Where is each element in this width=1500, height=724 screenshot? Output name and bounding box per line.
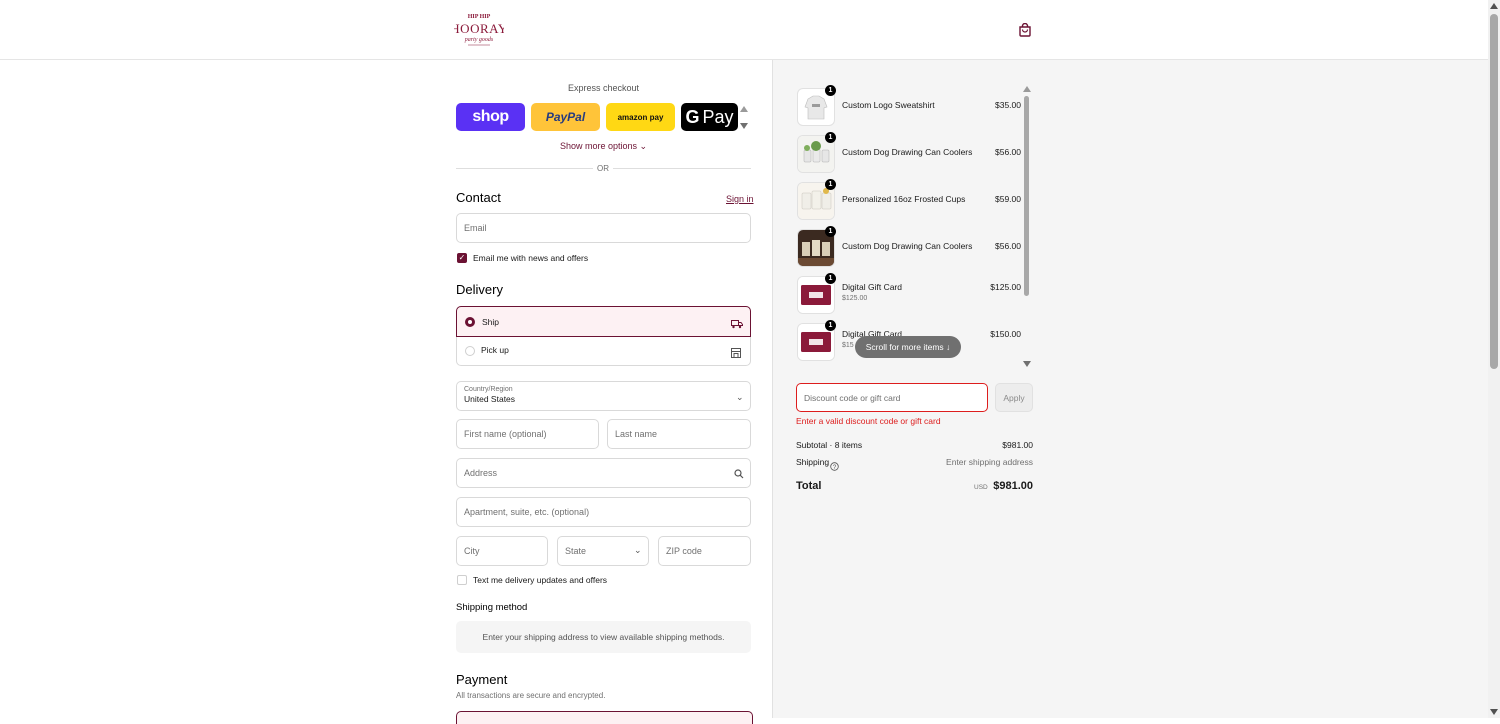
- state-select[interactable]: State ⌄: [557, 536, 649, 566]
- payment-subtitle: All transactions are secure and encrypte…: [456, 691, 606, 700]
- address-placeholder: Address: [464, 468, 498, 478]
- item-price: $59.00: [995, 194, 1021, 204]
- first-name-placeholder: First name (optional): [464, 429, 547, 439]
- total-value: $981.00: [993, 480, 1033, 492]
- item-subprice: $15: [842, 342, 854, 349]
- sign-in-link[interactable]: Sign in: [726, 194, 754, 204]
- item-price: $56.00: [995, 241, 1021, 251]
- store-logo[interactable]: HIP HIP HOORAY party goods: [450, 10, 507, 50]
- gpay-label: Pay: [702, 106, 734, 127]
- shipping-method-message: Enter your shipping address to view avai…: [456, 621, 751, 653]
- item-name: Personalized 16oz Frosted Cups: [842, 194, 966, 204]
- country-value: United States: [464, 394, 516, 404]
- item-subprice: $125.00: [842, 295, 868, 302]
- zip-placeholder: ZIP code: [666, 546, 702, 556]
- item-name: Custom Dog Drawing Can Coolers: [842, 147, 973, 157]
- quantity-badge: 1: [825, 85, 836, 96]
- apartment-field[interactable]: Apartment, suite, etc. (optional): [456, 497, 751, 527]
- item-price: $125.00: [990, 282, 1021, 292]
- quantity-badge: 1: [825, 132, 836, 143]
- apartment-placeholder: Apartment, suite, etc. (optional): [464, 507, 590, 517]
- shipping-label: Shipping: [796, 457, 830, 467]
- svg-text:HIP HIP: HIP HIP: [468, 14, 491, 20]
- last-name-field[interactable]: Last name: [607, 419, 751, 449]
- show-more-options-link[interactable]: Show more options ⌄: [456, 141, 751, 152]
- subtotal-label: Subtotal · 8 items: [796, 440, 863, 450]
- chevron-down-icon: ⌄: [736, 392, 744, 402]
- pickup-radio[interactable]: [465, 346, 475, 356]
- help-icon[interactable]: ?: [830, 458, 839, 476]
- email-placeholder: Email: [464, 223, 487, 233]
- email-field[interactable]: Email: [456, 213, 751, 243]
- cart-scroll-up-icon[interactable]: [1023, 86, 1031, 92]
- first-name-field[interactable]: First name (optional): [456, 419, 599, 449]
- city-placeholder: City: [464, 546, 480, 556]
- quantity-badge: 1: [825, 273, 836, 284]
- svg-text:party goods: party goods: [464, 37, 494, 43]
- news-checkbox[interactable]: ✓: [457, 253, 467, 263]
- discount-code-field[interactable]: Discount code or gift card: [796, 383, 988, 412]
- news-checkbox-label: Email me with news and offers: [473, 253, 589, 263]
- express-scroll-up-icon[interactable]: [740, 106, 748, 112]
- contact-title: Contact: [456, 190, 501, 205]
- item-price: $35.00: [995, 100, 1021, 110]
- scrollbar-thumb[interactable]: [1490, 14, 1498, 369]
- google-g-icon: G: [685, 106, 700, 127]
- delivery-title: Delivery: [456, 282, 503, 297]
- quantity-badge: 1: [825, 179, 836, 190]
- scroll-for-more-items-button[interactable]: Scroll for more items ↓: [855, 336, 961, 358]
- google-pay-button[interactable]: G Pay: [681, 103, 738, 131]
- item-price: $56.00: [995, 147, 1021, 157]
- shopping-bag-icon[interactable]: [1018, 22, 1032, 37]
- address-field[interactable]: Address: [456, 458, 751, 488]
- quantity-badge: 1: [825, 226, 836, 237]
- sms-checkbox[interactable]: [457, 575, 467, 585]
- country-label: Country/Region: [464, 386, 513, 393]
- country-select[interactable]: Country/Region United States ⌄: [456, 381, 751, 411]
- page-scrollbar[interactable]: [1488, 0, 1500, 718]
- pickup-option[interactable]: Pick up: [456, 337, 751, 366]
- cart-scroll-down-icon[interactable]: [1023, 361, 1031, 367]
- quantity-badge: 1: [825, 320, 836, 331]
- express-scroll-down-icon[interactable]: [740, 123, 748, 129]
- site-header: HIP HIP HOORAY party goods: [0, 0, 1488, 60]
- or-divider-text: OR: [593, 164, 613, 173]
- last-name-placeholder: Last name: [615, 429, 658, 439]
- item-name: Custom Logo Sweatshirt: [842, 100, 935, 110]
- item-name: Custom Dog Drawing Can Coolers: [842, 241, 973, 251]
- truck-icon: [731, 316, 743, 334]
- shop-pay-button[interactable]: shop: [456, 103, 525, 131]
- pickup-label: Pick up: [481, 345, 509, 355]
- shipping-method-title: Shipping method: [456, 602, 528, 613]
- cart-list-scrollbar[interactable]: [1024, 96, 1029, 296]
- zip-field[interactable]: ZIP code: [658, 536, 751, 566]
- item-name: Digital Gift Card: [842, 282, 902, 292]
- ship-label: Ship: [482, 317, 500, 327]
- shipping-value: Enter shipping address: [946, 457, 1033, 467]
- apply-discount-button[interactable]: Apply: [995, 383, 1033, 412]
- scroll-down-icon[interactable]: [1490, 709, 1498, 715]
- city-field[interactable]: City: [456, 536, 548, 566]
- paypal-button[interactable]: PayPal: [531, 103, 600, 131]
- discount-placeholder: Discount code or gift card: [804, 392, 901, 403]
- payment-title: Payment: [456, 672, 508, 687]
- amazon-pay-button[interactable]: amazon pay: [606, 103, 675, 131]
- discount-error-message: Enter a valid discount code or gift card: [796, 416, 941, 426]
- scroll-up-icon[interactable]: [1490, 3, 1498, 9]
- subtotal-value: $981.00: [1002, 440, 1033, 450]
- state-chevron-down-icon: ⌄: [634, 545, 642, 555]
- state-placeholder: State: [565, 546, 587, 556]
- total-label: Total: [796, 480, 822, 492]
- item-price: $150.00: [990, 329, 1021, 339]
- search-icon: [734, 469, 744, 481]
- currency-code: USD: [974, 484, 988, 491]
- ship-option[interactable]: Ship: [456, 306, 751, 337]
- sms-checkbox-label: Text me delivery updates and offers: [473, 575, 608, 585]
- svg-text:HOORAY: HOORAY: [454, 21, 504, 36]
- express-checkout-label: Express checkout: [567, 83, 640, 93]
- ship-radio[interactable]: [465, 317, 475, 327]
- store-icon: [731, 345, 741, 363]
